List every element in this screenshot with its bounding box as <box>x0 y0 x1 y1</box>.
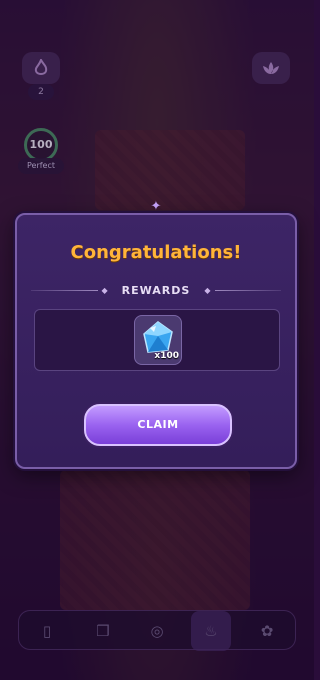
score-badge: 100 Perfect <box>18 128 64 176</box>
nav-paw-icon[interactable]: ✿ <box>247 611 287 651</box>
modal-title: Congratulations! <box>70 242 242 263</box>
diamond-deco-icon: ◆ <box>101 285 108 295</box>
score-value: 100 <box>24 128 58 162</box>
reward-quantity: x100 <box>154 351 179 361</box>
divider-right <box>214 289 282 291</box>
rewards-label: REWARDS <box>121 283 191 297</box>
score-label: Perfect <box>18 158 64 174</box>
rewards-box: x100 <box>34 309 280 371</box>
lotus-icon[interactable] <box>252 52 290 84</box>
reward-modal: Congratulations! ◆ REWARDS ◆ x100 CLAIM <box>15 213 297 469</box>
nav-compass-icon[interactable]: ◎ <box>137 611 177 651</box>
streak-count: 2 <box>28 84 54 100</box>
sparkle-icon: ✦ <box>150 199 162 214</box>
claim-button[interactable]: CLAIM <box>84 404 232 446</box>
rewards-header: ◆ REWARDS ◆ <box>31 283 282 297</box>
nav-card-icon[interactable]: ▯ <box>27 611 67 651</box>
reward-item[interactable]: x100 <box>134 315 182 365</box>
divider-left <box>31 289 98 291</box>
bottom-nav: ▯ ❒ ◎ ♨ ✿ <box>18 610 296 651</box>
nav-cards-icon[interactable]: ❒ <box>83 611 123 651</box>
diamond-deco-icon: ◆ <box>204 285 211 295</box>
streak-icon[interactable] <box>22 52 60 84</box>
nav-flame-icon[interactable]: ♨ <box>191 611 231 651</box>
